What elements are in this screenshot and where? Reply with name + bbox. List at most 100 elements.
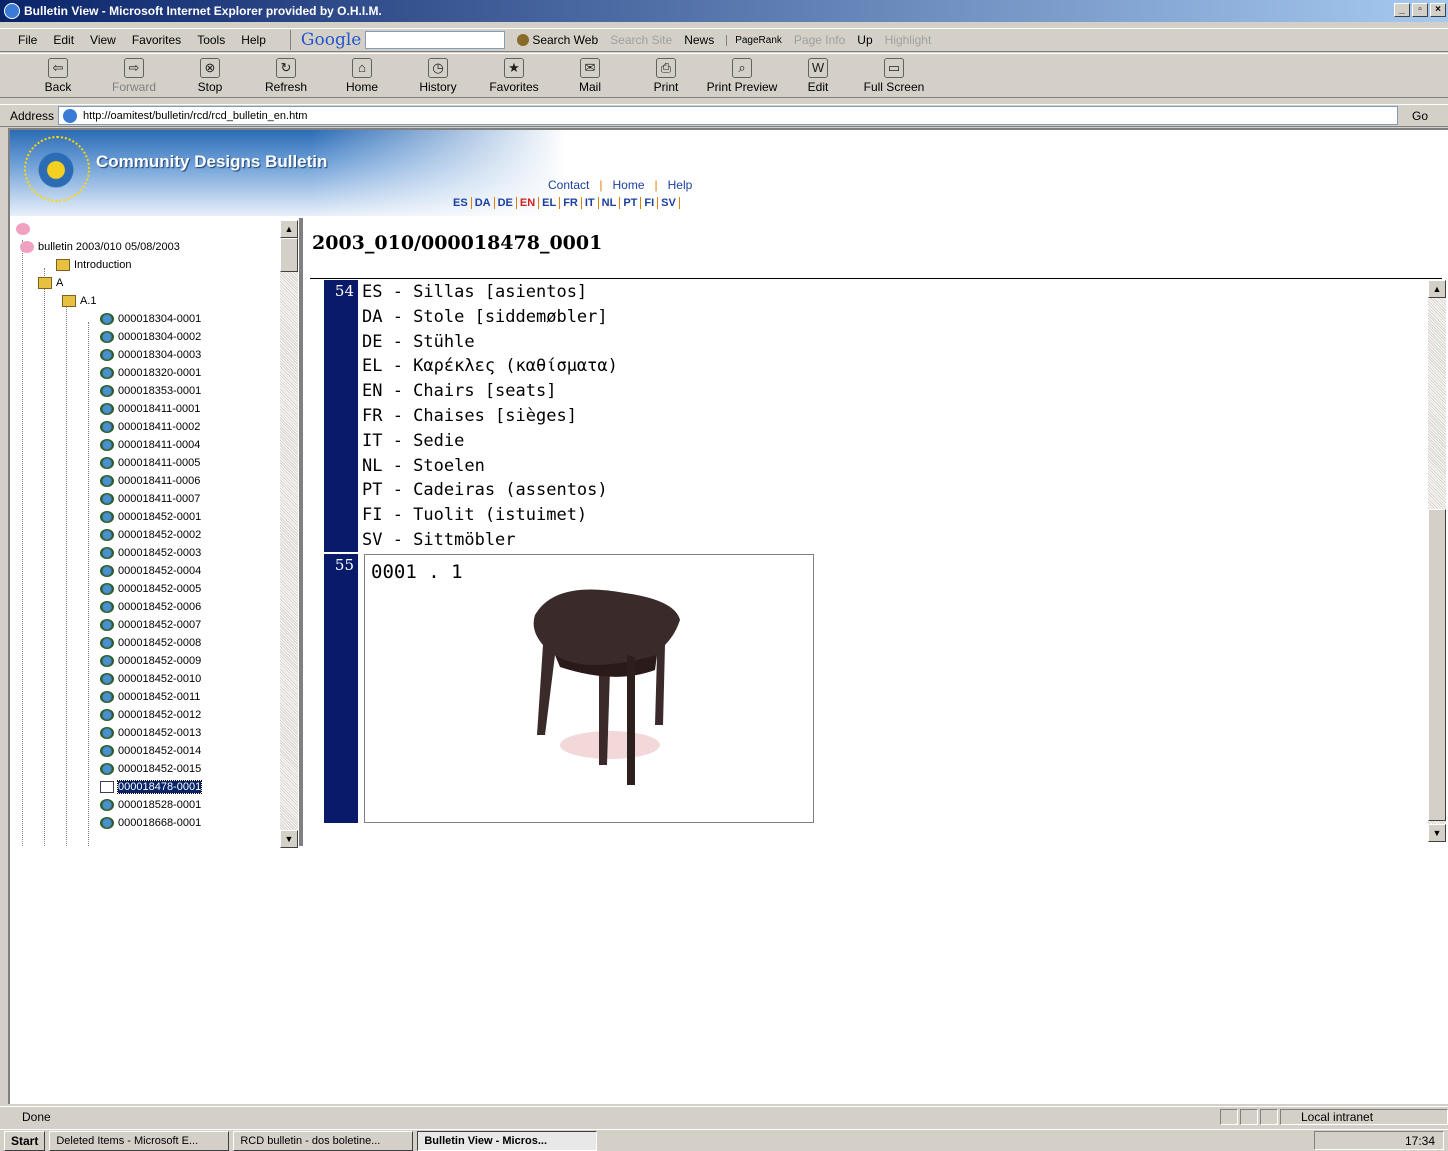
tree-item[interactable]: 000018411-0002 — [100, 418, 200, 436]
tree-item[interactable]: 000018452-0008 — [100, 634, 201, 652]
tree-section-a-node[interactable]: A — [38, 274, 63, 292]
tree-item[interactable]: 000018411-0006 — [100, 472, 200, 490]
content-scroll-down-button[interactable]: ▼ — [1428, 824, 1446, 842]
tree-item[interactable]: 000018452-0003 — [100, 544, 201, 562]
tree-item[interactable]: 000018320-0001 — [100, 364, 201, 382]
tree-item[interactable]: 000018668-0001 — [100, 814, 201, 832]
lang-sv[interactable]: SV — [658, 197, 680, 209]
google-logo[interactable]: Google — [301, 30, 361, 50]
page-info-button[interactable]: Page Info — [794, 33, 845, 47]
news-button[interactable]: News — [684, 33, 714, 47]
tree-item[interactable]: 000018304-0003 — [100, 346, 201, 364]
tree-item[interactable]: 000018411-0004 — [100, 436, 200, 454]
content-scrollbar[interactable]: ▲ ▼ — [1428, 280, 1446, 842]
tree-item[interactable]: 000018452-0015 — [100, 760, 201, 778]
lang-pt[interactable]: PT — [620, 197, 642, 209]
print-button[interactable]: ⎙ Print — [628, 54, 704, 94]
tree-item[interactable]: 000018452-0001 — [100, 508, 201, 526]
favorites-button[interactable]: ★ Favorites — [476, 54, 552, 94]
tree-item[interactable]: 000018452-0012 — [100, 706, 201, 724]
task-rcd-bulletin[interactable]: RCD bulletin - dos boletine... — [233, 1130, 414, 1151]
tree-item[interactable]: 000018411-0001 — [100, 400, 200, 418]
scroll-up-button[interactable]: ▲ — [280, 220, 298, 238]
tree-item[interactable]: 000018452-0005 — [100, 580, 201, 598]
menu-view[interactable]: View — [82, 33, 124, 47]
menu-favorites[interactable]: Favorites — [124, 33, 189, 47]
tree-item[interactable]: 000018478-0001 — [100, 778, 203, 796]
stop-button[interactable]: ⊗ Stop — [172, 54, 248, 94]
mail-button[interactable]: ✉ Mail — [552, 54, 628, 94]
lang-el[interactable]: EL — [539, 197, 561, 209]
menu-tools[interactable]: Tools — [189, 33, 233, 47]
tree-introduction-node[interactable]: Introduction — [56, 256, 131, 274]
tree-item[interactable]: 000018452-0002 — [100, 526, 201, 544]
go-button[interactable]: Go — [1412, 109, 1428, 123]
start-button[interactable]: Start — [4, 1130, 46, 1151]
highlight-button[interactable]: Highlight — [885, 33, 932, 47]
help-link[interactable]: Help — [658, 178, 703, 192]
full-screen-button[interactable]: ▭ Full Screen — [856, 54, 932, 94]
globe-icon — [100, 565, 114, 577]
search-site-button[interactable]: Search Site — [610, 33, 672, 47]
tree-item[interactable]: 000018353-0001 — [100, 382, 201, 400]
tree-item[interactable]: 000018528-0001 — [100, 796, 201, 814]
task-bulletin-view[interactable]: Bulletin View - Micros... — [417, 1130, 598, 1151]
scroll-down-button[interactable]: ▼ — [280, 830, 298, 848]
tree-item[interactable]: 000018304-0002 — [100, 328, 201, 346]
maximize-button[interactable]: ▫ — [1412, 3, 1428, 17]
home-button[interactable]: ⌂ Home — [324, 54, 400, 94]
tree-item[interactable]: 000018304-0001 — [100, 310, 201, 328]
google-search-input[interactable] — [365, 31, 506, 49]
contact-link[interactable]: Contact — [538, 178, 599, 192]
tree-item[interactable]: 000018452-0013 — [100, 724, 201, 742]
google-toolbar: Google Search Web Search Site News PageR… — [289, 30, 932, 50]
lang-en[interactable]: EN — [517, 197, 540, 209]
lang-es[interactable]: ES — [450, 197, 472, 209]
content-scroll-thumb[interactable] — [1428, 509, 1446, 821]
home-link[interactable]: Home — [602, 178, 654, 192]
tree-scroll-thumb[interactable] — [280, 238, 298, 272]
lang-it[interactable]: IT — [582, 197, 599, 209]
print-preview-button[interactable]: ⌕ Print Preview — [704, 54, 780, 94]
window-title: Bulletin View - Microsoft Internet Explo… — [24, 4, 382, 18]
forward-button[interactable]: ⇨ Forward — [96, 54, 172, 94]
address-input[interactable]: http://oamitest/bulletin/rcd/rcd_bulleti… — [58, 106, 1399, 125]
task-deleted-items[interactable]: Deleted Items - Microsoft E... — [49, 1130, 230, 1151]
tree-scrollbar[interactable]: ▲ ▼ — [280, 220, 298, 848]
content-scroll-up-button[interactable]: ▲ — [1428, 280, 1446, 298]
tree-item[interactable]: 000018452-0009 — [100, 652, 201, 670]
tree-subsection-node[interactable]: A.1 — [62, 292, 97, 310]
tree-item[interactable]: 000018411-0005 — [100, 454, 200, 472]
lang-fi[interactable]: FI — [641, 197, 659, 209]
search-web-button[interactable]: Search Web — [517, 33, 598, 47]
pagerank-indicator: PageRank — [726, 34, 782, 46]
frame-splitter[interactable] — [299, 218, 303, 846]
lang-da[interactable]: DA — [472, 197, 495, 209]
menu-help[interactable]: Help — [233, 33, 274, 47]
tree-item[interactable]: 000018452-0007 — [100, 616, 201, 634]
lang-nl[interactable]: NL — [599, 197, 621, 209]
tree-item[interactable]: 000018452-0014 — [100, 742, 201, 760]
tree-item[interactable]: 000018452-0006 — [100, 598, 201, 616]
tree-bulletin-node[interactable]: bulletin 2003/010 05/08/2003 — [20, 238, 180, 256]
refresh-button[interactable]: ↻ Refresh — [248, 54, 324, 94]
minimize-button[interactable]: _ — [1394, 3, 1410, 17]
up-button[interactable]: Up — [857, 33, 872, 47]
tree-item-label: 000018452-0009 — [118, 655, 202, 667]
tree-item[interactable]: 000018452-0010 — [100, 670, 201, 688]
close-button[interactable]: × — [1430, 3, 1446, 17]
history-button[interactable]: ◷ History — [400, 54, 476, 94]
lang-de[interactable]: DE — [495, 197, 517, 209]
refresh-icon: ↻ — [276, 58, 296, 78]
tree-item[interactable]: 000018452-0011 — [100, 688, 200, 706]
banner-links: Contact | Home | Help — [538, 178, 702, 192]
tree-item[interactable]: 000018411-0007 — [100, 490, 200, 508]
edit-button[interactable]: W Edit — [780, 54, 856, 94]
tree-root-node[interactable] — [16, 220, 34, 238]
menu-edit[interactable]: Edit — [45, 33, 82, 47]
tree-item[interactable]: 000018452-0004 — [100, 562, 201, 580]
back-button[interactable]: ⇦ Back — [20, 54, 96, 94]
product-name-row: PT - Cadeiras (assentos) — [362, 480, 608, 501]
lang-fr[interactable]: FR — [560, 197, 582, 209]
menu-file[interactable]: File — [10, 33, 45, 47]
